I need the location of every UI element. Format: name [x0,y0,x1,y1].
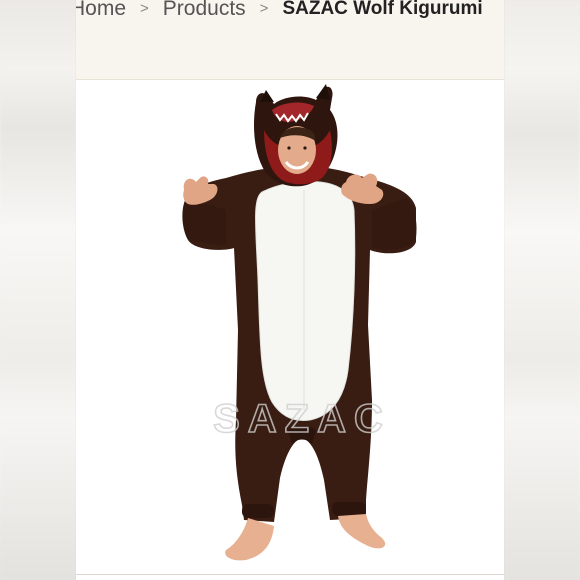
breadcrumb-current-page: SAZAC Wolf Kigurumi [282,0,483,19]
breadcrumb-separator: > [140,0,149,17]
eye-right [303,146,307,150]
divider [76,574,504,575]
breadcrumb-separator: > [259,0,269,17]
product-page: Home > Products > SAZAC Wolf Kigurumi SA… [76,0,504,580]
right-leg-cuff [332,502,366,516]
left-foot [225,518,274,561]
product-image[interactable]: SAZAC [76,80,504,574]
wolf-ear-right [316,84,330,100]
background-blur-right [504,0,580,580]
right-foot [338,514,386,549]
background-blur-left [0,0,76,580]
breadcrumb-bar: Home > Products > SAZAC Wolf Kigurumi [76,0,504,80]
eye-left [287,146,291,150]
breadcrumb: Home > Products > SAZAC Wolf Kigurumi [76,0,483,21]
breadcrumb-home-link[interactable]: Home [76,0,126,21]
kigurumi-photo: SAZAC [182,84,417,561]
costume-belly [255,181,356,421]
sazac-watermark: SAZAC [213,397,391,441]
breadcrumb-products-link[interactable]: Products [163,0,246,21]
left-leg-cuff [242,504,274,518]
